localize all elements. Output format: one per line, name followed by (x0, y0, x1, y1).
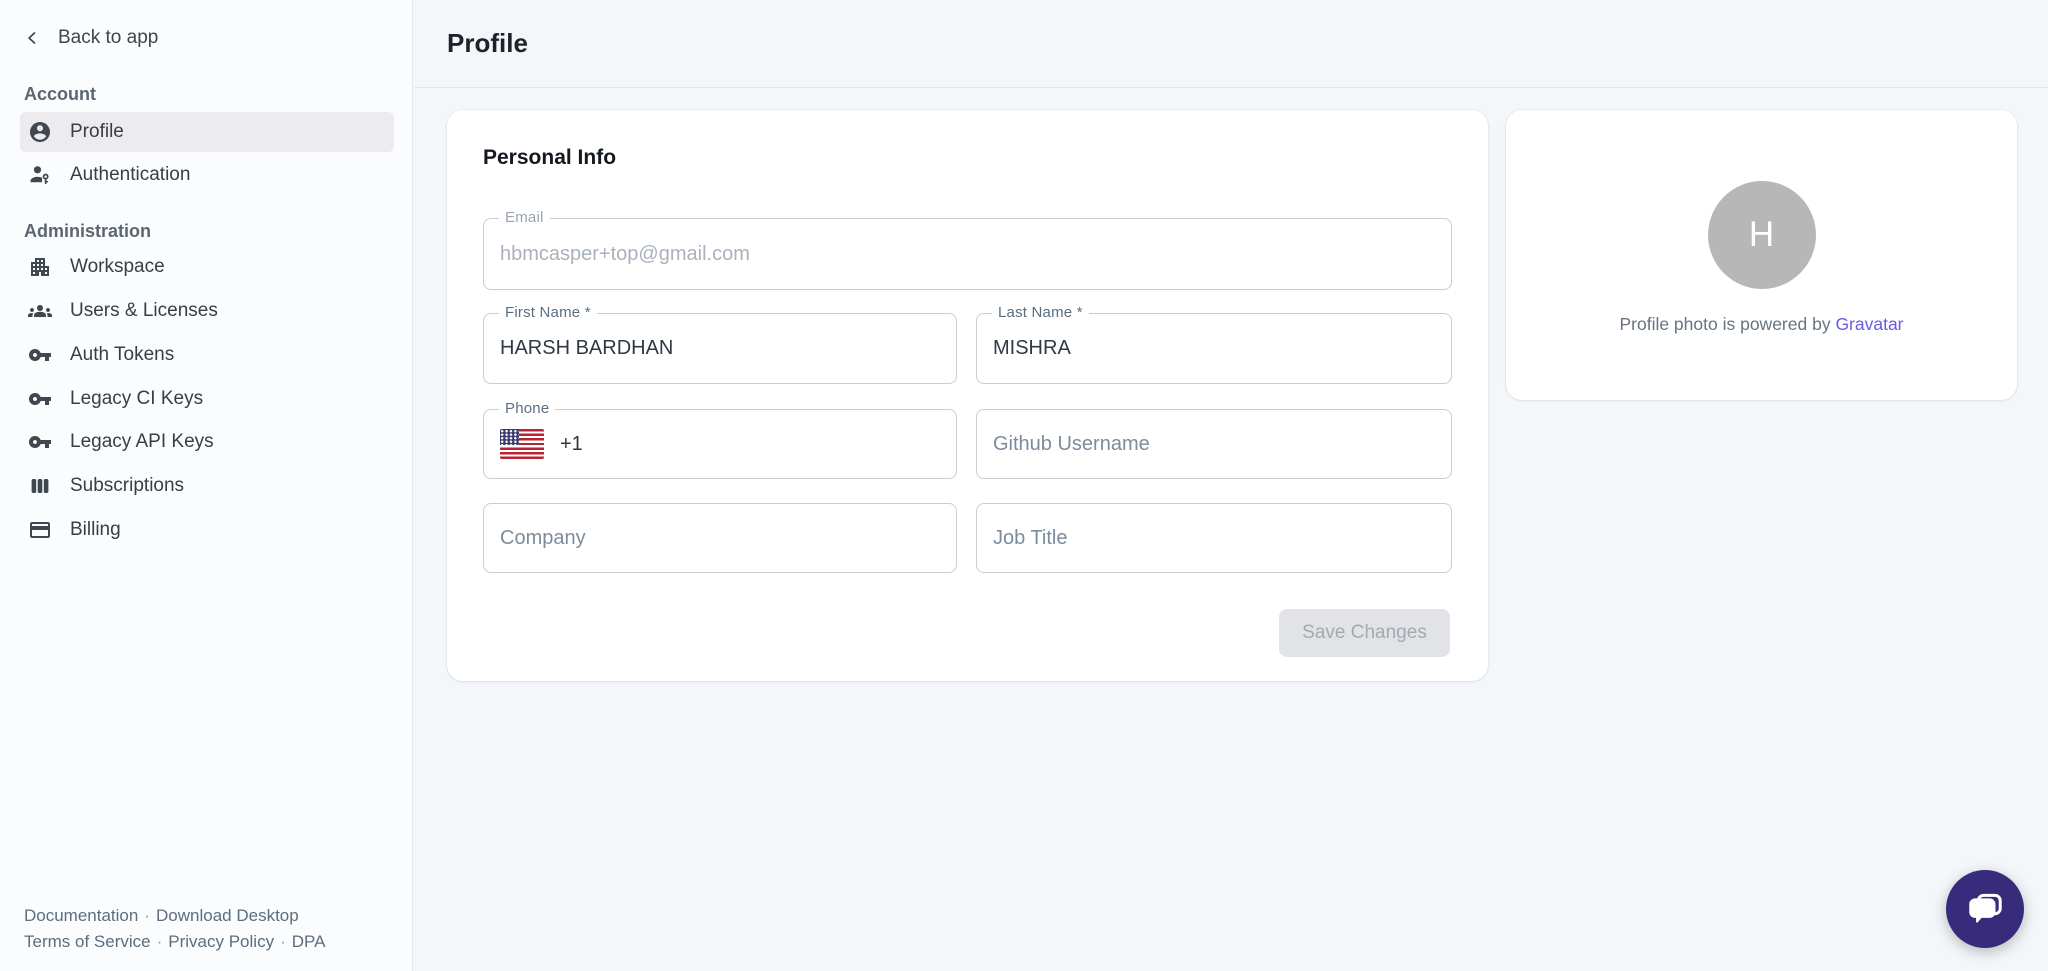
building-icon (28, 255, 52, 279)
personal-info-card: Personal Info Email First Name * Last Na… (447, 110, 1488, 681)
key-icon (28, 430, 52, 454)
avatar: H (1708, 181, 1816, 289)
sidebar-item-authentication[interactable]: Authentication (20, 155, 394, 195)
chevron-left-icon (22, 28, 42, 48)
key-icon (28, 343, 52, 367)
last-name-field: Last Name * (976, 313, 1452, 384)
download-desktop-link[interactable]: Download Desktop (156, 906, 299, 925)
sidebar-footer: Documentation·Download Desktop Terms of … (24, 903, 325, 955)
footer-separator: · (151, 932, 169, 951)
sidebar-item-label: Workspace (70, 256, 165, 278)
phone-input[interactable] (483, 409, 957, 479)
privacy-policy-link[interactable]: Privacy Policy (168, 932, 274, 951)
personal-info-title: Personal Info (483, 146, 616, 170)
back-to-app-button[interactable]: Back to app (22, 22, 158, 54)
dpa-link[interactable]: DPA (292, 932, 326, 951)
key-icon (28, 387, 52, 411)
footer-separator: · (274, 932, 292, 951)
us-flag-icon[interactable] (500, 429, 544, 459)
sidebar-item-label: Billing (70, 519, 121, 541)
first-name-input[interactable] (483, 313, 957, 384)
last-name-input[interactable] (976, 313, 1452, 384)
groups-icon (28, 299, 52, 323)
email-input (483, 218, 1452, 290)
main-header: Profile (414, 0, 2048, 88)
section-header-administration: Administration (24, 221, 151, 242)
documentation-link[interactable]: Documentation (24, 906, 138, 925)
sidebar-item-workspace[interactable]: Workspace (20, 247, 394, 287)
sidebar-item-label: Legacy API Keys (70, 431, 214, 453)
github-username-input[interactable] (976, 409, 1452, 479)
footer-separator: · (138, 906, 156, 925)
phone-label: Phone (499, 400, 555, 417)
sidebar-item-auth-tokens[interactable]: Auth Tokens (20, 335, 394, 375)
company-input[interactable] (483, 503, 957, 573)
save-changes-button[interactable]: Save Changes (1279, 609, 1450, 657)
sidebar-item-profile[interactable]: Profile (20, 112, 394, 152)
gravatar-card: H Profile photo is powered by Gravatar (1506, 110, 2017, 400)
sidebar-item-legacy-api-keys[interactable]: Legacy API Keys (20, 422, 394, 462)
terms-of-service-link[interactable]: Terms of Service (24, 932, 151, 951)
sidebar-item-label: Legacy CI Keys (70, 388, 203, 410)
chat-launcher-button[interactable] (1946, 870, 2024, 948)
sidebar-item-label: Users & Licenses (70, 300, 218, 322)
credit-card-icon (28, 518, 52, 542)
columns-icon (28, 474, 52, 498)
person-key-icon (28, 163, 52, 187)
sidebar-item-legacy-ci-keys[interactable]: Legacy CI Keys (20, 379, 394, 419)
sidebar-item-label: Subscriptions (70, 475, 184, 497)
account-circle-icon (28, 120, 52, 144)
main-content: Profile Personal Info Email First Name *… (414, 0, 2048, 971)
gravatar-caption-text: Profile photo is powered by (1619, 314, 1835, 334)
footer-row-1: Documentation·Download Desktop (24, 903, 325, 929)
gravatar-link[interactable]: Gravatar (1835, 314, 1903, 334)
job-title-input[interactable] (976, 503, 1452, 573)
sidebar-item-label: Authentication (70, 164, 190, 186)
sidebar-item-users-licenses[interactable]: Users & Licenses (20, 291, 394, 331)
first-name-label: First Name * (499, 304, 597, 321)
company-field (483, 503, 957, 573)
phone-field: Phone (483, 409, 957, 479)
sidebar: Back to app Account Profile Authenticati… (0, 0, 413, 971)
last-name-label: Last Name * (992, 304, 1089, 321)
email-field: Email (483, 218, 1452, 290)
sidebar-item-billing[interactable]: Billing (20, 510, 394, 550)
sidebar-item-subscriptions[interactable]: Subscriptions (20, 466, 394, 506)
page-title: Profile (447, 28, 528, 59)
gravatar-caption: Profile photo is powered by Gravatar (1619, 314, 1903, 335)
chat-bubbles-icon (1964, 888, 2006, 930)
avatar-letter: H (1749, 215, 1774, 255)
sidebar-item-label: Profile (70, 121, 124, 143)
sidebar-item-label: Auth Tokens (70, 344, 174, 366)
job-title-field (976, 503, 1452, 573)
github-username-field (976, 409, 1452, 479)
email-label: Email (499, 209, 550, 226)
footer-row-2: Terms of Service·Privacy Policy·DPA (24, 929, 325, 955)
first-name-field: First Name * (483, 313, 957, 384)
back-to-app-label: Back to app (58, 27, 158, 49)
app-root: Back to app Account Profile Authenticati… (0, 0, 2048, 971)
section-header-account: Account (24, 84, 96, 105)
